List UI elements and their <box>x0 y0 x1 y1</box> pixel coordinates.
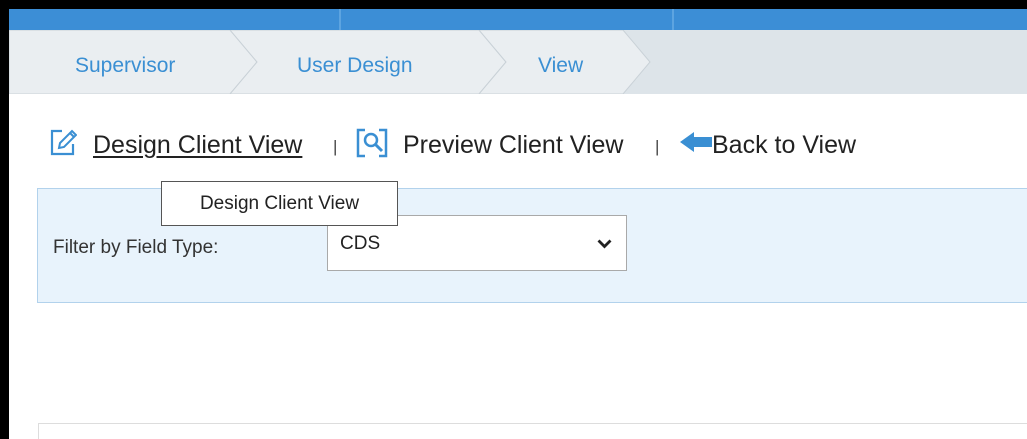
chevron-down-icon[interactable] <box>597 237 612 255</box>
filter-field-type-label: Filter by Field Type: <box>53 237 219 258</box>
page: Supervisor User Design View Design Clien… <box>9 9 1027 439</box>
top-header-bar <box>9 9 1027 30</box>
breadcrumb: Supervisor User Design View <box>9 30 1027 94</box>
breadcrumb-item-user-design[interactable]: User Design <box>297 30 413 94</box>
toolbar-separator: | <box>655 137 660 156</box>
design-client-view-link[interactable]: Design Client View <box>93 125 302 165</box>
content-panel <box>38 423 1027 439</box>
header-divider <box>672 9 674 30</box>
breadcrumb-item-view[interactable]: View <box>538 30 583 94</box>
design-client-view-tooltip: Design Client View <box>161 181 398 226</box>
back-to-view-link[interactable]: Back to View <box>712 125 856 165</box>
breadcrumb-item-supervisor[interactable]: Supervisor <box>75 30 175 94</box>
view-toolbar: Design Client View | Preview Client View… <box>9 125 1027 165</box>
preview-client-view-link[interactable]: Preview Client View <box>403 125 623 165</box>
pencil-edit-icon[interactable] <box>49 127 78 167</box>
magnify-document-icon[interactable] <box>355 127 391 167</box>
arrow-left-icon[interactable] <box>678 127 714 167</box>
toolbar-separator: | <box>333 137 338 156</box>
header-divider <box>339 9 341 30</box>
field-type-select-value: CDS <box>340 233 381 254</box>
